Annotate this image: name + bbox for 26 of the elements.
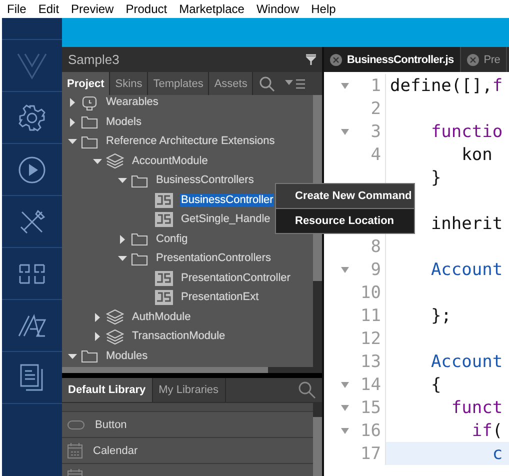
- line-number: 16: [360, 420, 381, 440]
- line-number: 14: [360, 374, 381, 394]
- code-line: c: [491, 444, 503, 464]
- code-line: }: [430, 168, 442, 188]
- project-title: Sample3: [68, 52, 120, 67]
- line-number: 11: [360, 306, 381, 326]
- code-line: if(: [470, 420, 503, 440]
- line-number: 8: [370, 236, 381, 256]
- code-line: Account: [430, 352, 503, 372]
- line-number: 2: [370, 98, 381, 118]
- code-line: kon: [460, 144, 492, 164]
- code-line: funct: [450, 398, 503, 418]
- line-number: 10: [360, 282, 381, 302]
- code-line: {: [430, 374, 442, 394]
- code-line: define([],f: [389, 76, 503, 96]
- line-number: 9: [370, 260, 381, 280]
- line-number: 3: [370, 122, 381, 142]
- line-number: 12: [360, 328, 381, 348]
- code-line: functio: [430, 122, 503, 142]
- line-number: 17: [360, 444, 381, 464]
- line-number: 15: [360, 398, 381, 418]
- line-number: 4: [370, 144, 381, 164]
- code-line: Account: [430, 260, 503, 280]
- line-number: 13: [360, 352, 381, 372]
- code-line: };: [430, 306, 452, 326]
- line-number: 1: [370, 76, 381, 96]
